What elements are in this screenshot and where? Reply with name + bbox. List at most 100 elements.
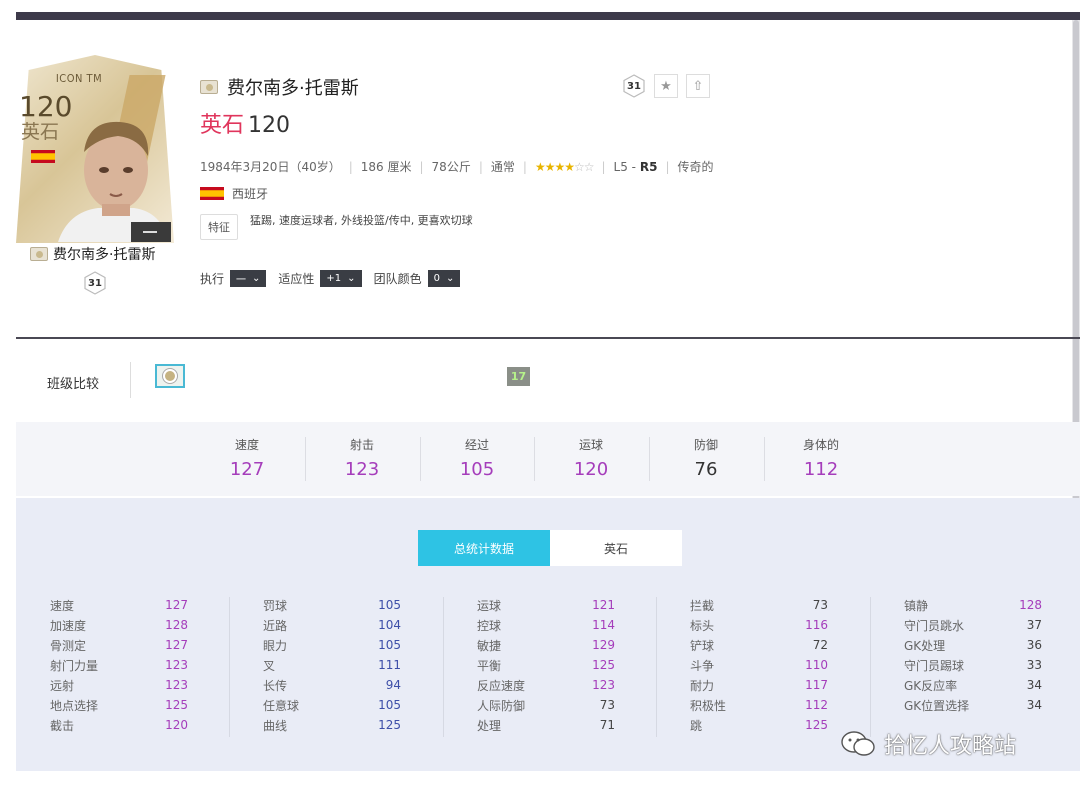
- stat-name: 铲球: [690, 638, 715, 653]
- summary-value: 127: [229, 459, 265, 480]
- stat-name: 守门员跳水: [904, 618, 965, 633]
- stat-value: 110: [805, 658, 828, 672]
- level-prefix: L5 -: [613, 159, 637, 174]
- arrow-up-icon: ⇧: [692, 78, 704, 94]
- card-level-badge: 31: [83, 271, 107, 295]
- watermark: 拾忆人攻略站: [840, 728, 1016, 760]
- summary-separator: [764, 437, 765, 481]
- stat-value: 105: [378, 638, 401, 652]
- meta-separator: |: [665, 159, 670, 174]
- stat-row: 运球 121: [477, 595, 615, 615]
- player-name: 费尔南多·托雷斯: [227, 78, 359, 99]
- trait-tag[interactable]: 特征: [200, 214, 238, 240]
- stat-row: 骨测定 127: [50, 635, 188, 655]
- summary-separator: [534, 437, 535, 481]
- card-position: 英石: [21, 121, 60, 143]
- summary-value: 120: [573, 459, 609, 480]
- compare-level[interactable]: 17: [507, 367, 530, 386]
- summary-label: 运球: [578, 438, 603, 452]
- stat-name: 长传: [263, 678, 288, 693]
- tab-position[interactable]: 英石: [550, 530, 682, 566]
- stat-row: 地点选择 125: [50, 695, 188, 715]
- level-badge[interactable]: 31: [622, 74, 646, 98]
- team-color-select[interactable]: 0 ⌄: [427, 270, 461, 287]
- summary-value: 105: [459, 459, 495, 480]
- summary-stats: 速度 127 射击 123 经过 105 运球 120 防御 76 身体的 112: [16, 422, 1080, 496]
- stat-row: 拦截 73: [690, 595, 828, 615]
- stat-name: 控球: [477, 618, 502, 633]
- stat-row: 控球 114: [477, 615, 615, 635]
- stat-row: 眼力 105: [263, 635, 401, 655]
- summary-value: 123: [344, 459, 380, 480]
- height: 186 厘米: [360, 160, 412, 174]
- stat-row: 镇静 128: [904, 595, 1042, 615]
- star-icon: ★: [660, 78, 672, 94]
- stat-row: 敏捷 129: [477, 635, 615, 655]
- adapt-select[interactable]: +1 ⌄: [320, 270, 362, 287]
- stat-row: 长传 94: [263, 675, 401, 695]
- favorite-button[interactable]: ★: [654, 74, 678, 98]
- stat-column: 镇静 128 守门员跳水 37 GK处理 36 守门员踢球 33 GK反应率 34 GK位置选择 34: [904, 595, 1042, 715]
- stat-value: 121: [592, 598, 615, 612]
- summary-item: 经过 105: [420, 422, 534, 496]
- compare-season-chip[interactable]: [155, 364, 185, 388]
- meta-separator: |: [522, 159, 527, 174]
- stat-value: 36: [1026, 638, 1042, 652]
- stat-name: GK处理: [904, 638, 946, 653]
- stat-name: 近路: [263, 618, 288, 633]
- spain-flag-icon: [31, 150, 55, 163]
- stat-name: 骨测定: [50, 638, 87, 653]
- stat-row: 叉 111: [263, 655, 401, 675]
- stat-row: 处理 71: [477, 715, 615, 735]
- stat-row: 守门员跳水 37: [904, 615, 1042, 635]
- summary-item: 身体的 112: [764, 422, 878, 496]
- body-type: 通常: [490, 160, 515, 174]
- stat-row: 曲线 125: [263, 715, 401, 735]
- column-separator: [656, 597, 657, 737]
- stat-value: 120: [165, 718, 188, 732]
- exec-label: 执行: [200, 272, 225, 286]
- stat-name: 眼力: [263, 638, 288, 653]
- tab-total-stats[interactable]: 总统计数据: [418, 530, 550, 566]
- stat-row: 标头 116: [690, 615, 828, 635]
- stat-row: GK处理 36: [904, 635, 1042, 655]
- stat-row: 罚球 105: [263, 595, 401, 615]
- team-color-value: 0: [433, 273, 440, 284]
- stat-row: 人际防御 73: [477, 695, 615, 715]
- stat-name: GK位置选择: [904, 698, 970, 713]
- summary-label: 射击: [349, 438, 374, 452]
- column-separator: [443, 597, 444, 737]
- stat-name: 斗争: [690, 658, 715, 673]
- compare-separator: [130, 362, 131, 398]
- card-level-text: 31: [88, 277, 102, 289]
- meta-separator: |: [419, 159, 424, 174]
- summary-item: 防御 76: [649, 422, 763, 496]
- stat-column: 运球 121 控球 114 敏捷 129 平衡 125 反应速度 123 人际防御 73 处理 71: [477, 595, 615, 735]
- summary-item: 射击 123: [305, 422, 419, 496]
- stat-value: 33: [1026, 658, 1042, 672]
- upgrade-button[interactable]: ⇧: [686, 74, 710, 98]
- stat-name: 敏捷: [477, 638, 502, 653]
- column-separator: [870, 597, 871, 737]
- watermark-text: 拾忆人攻略站: [884, 734, 1017, 759]
- action-buttons: 31 ★ ⇧: [622, 74, 710, 98]
- stat-name: 反应速度: [477, 678, 526, 693]
- stat-name: 处理: [477, 718, 502, 733]
- stat-column: 速度 127 加速度 128 骨测定 127 射门力量 123 远射 123 地点选择 125 截击 12…: [50, 595, 188, 735]
- summary-item: 速度 127: [190, 422, 304, 496]
- stat-row: GK反应率 34: [904, 675, 1042, 695]
- position-rating: 英石 120: [200, 113, 290, 139]
- stat-value: 125: [165, 698, 188, 712]
- stat-row: 耐力 117: [690, 675, 828, 695]
- exec-select[interactable]: 一 ⌄: [230, 270, 267, 287]
- stat-value: 34: [1026, 698, 1042, 712]
- nation-name: 西班牙: [232, 187, 269, 201]
- stat-value: 112: [805, 698, 828, 712]
- summary-separator: [305, 437, 306, 481]
- stat-name: 曲线: [263, 718, 288, 733]
- column-separator: [229, 597, 230, 737]
- stat-value: 114: [592, 618, 615, 632]
- stat-name: 速度: [50, 598, 75, 613]
- stat-value: 117: [805, 678, 828, 692]
- stat-name: 叉: [263, 658, 276, 673]
